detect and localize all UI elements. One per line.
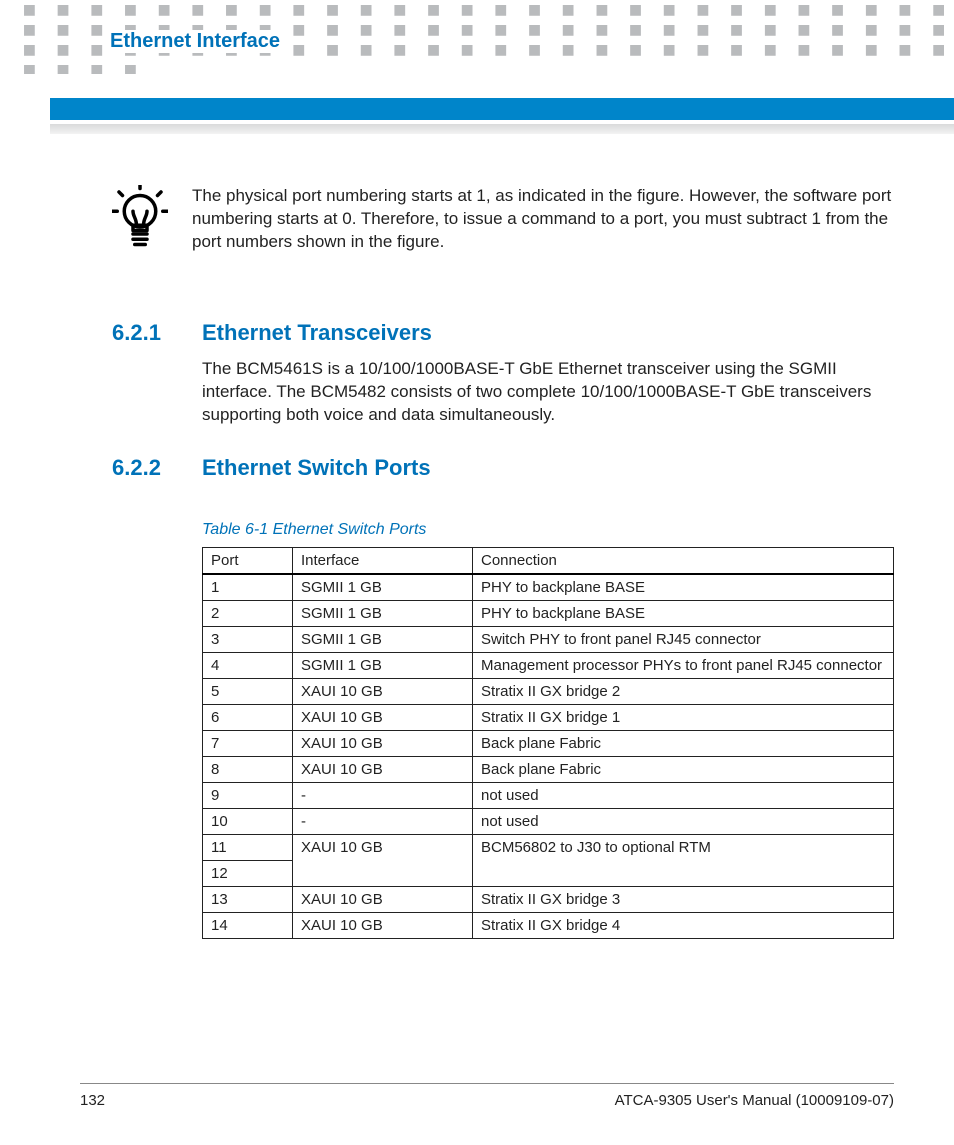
cell-interface: XAUI 10 GB [293, 756, 473, 782]
cell-port: 7 [203, 730, 293, 756]
cell-port: 2 [203, 600, 293, 626]
table-header-connection: Connection [473, 547, 894, 574]
table-row: 1SGMII 1 GBPHY to backplane BASE [203, 574, 894, 601]
section-title: Ethernet Switch Ports [202, 455, 431, 481]
lightbulb-icon [112, 185, 168, 260]
cell-connection: BCM56802 to J30 to optional RTM [473, 834, 894, 886]
page-header-title: Ethernet Interface [104, 30, 286, 53]
table-row: 7XAUI 10 GBBack plane Fabric [203, 730, 894, 756]
page-number: 132 [80, 1092, 105, 1109]
cell-port: 1 [203, 574, 293, 601]
cell-port: 4 [203, 652, 293, 678]
section-title: Ethernet Transceivers [202, 320, 432, 346]
cell-port: 12 [203, 860, 293, 886]
cell-connection: Management processor PHYs to front panel… [473, 652, 894, 678]
cell-connection: not used [473, 808, 894, 834]
tip-block: The physical port numbering starts at 1,… [112, 185, 894, 260]
cell-port: 9 [203, 782, 293, 808]
cell-interface: - [293, 808, 473, 834]
table-row: 8XAUI 10 GBBack plane Fabric [203, 756, 894, 782]
cell-port: 13 [203, 886, 293, 912]
cell-connection: not used [473, 782, 894, 808]
tip-text: The physical port numbering starts at 1,… [192, 185, 894, 260]
cell-connection: PHY to backplane BASE [473, 574, 894, 601]
cell-connection: Stratix II GX bridge 2 [473, 678, 894, 704]
header-blue-bar [50, 98, 954, 120]
cell-interface: - [293, 782, 473, 808]
cell-connection: Stratix II GX bridge 4 [473, 912, 894, 938]
cell-interface: SGMII 1 GB [293, 626, 473, 652]
table-row: 13XAUI 10 GBStratix II GX bridge 3 [203, 886, 894, 912]
doc-title: ATCA-9305 User's Manual (10009109-07) [615, 1092, 894, 1109]
cell-interface: XAUI 10 GB [293, 730, 473, 756]
table-caption: Table 6-1 Ethernet Switch Ports [202, 521, 894, 539]
section-number: 6.2.1 [112, 320, 166, 346]
cell-connection: Stratix II GX bridge 1 [473, 704, 894, 730]
table-header-port: Port [203, 547, 293, 574]
cell-port: 11 [203, 834, 293, 860]
table-header-interface: Interface [293, 547, 473, 574]
ethernet-switch-ports-table: Port Interface Connection 1SGMII 1 GBPHY… [202, 547, 894, 939]
table-row: 6XAUI 10 GBStratix II GX bridge 1 [203, 704, 894, 730]
table-row: 10-not used [203, 808, 894, 834]
cell-interface: XAUI 10 GB [293, 678, 473, 704]
cell-interface: XAUI 10 GB [293, 886, 473, 912]
cell-port: 10 [203, 808, 293, 834]
section-body: The BCM5461S is a 10/100/1000BASE-T GbE … [202, 358, 894, 427]
table-row: 5XAUI 10 GBStratix II GX bridge 2 [203, 678, 894, 704]
cell-connection: Stratix II GX bridge 3 [473, 886, 894, 912]
table-row: 11XAUI 10 GBBCM56802 to J30 to optional … [203, 834, 894, 860]
cell-connection: Switch PHY to front panel RJ45 connector [473, 626, 894, 652]
table-row: 9-not used [203, 782, 894, 808]
page-footer: 132 ATCA-9305 User's Manual (10009109-07… [80, 1083, 894, 1109]
table-row: 4SGMII 1 GBManagement processor PHYs to … [203, 652, 894, 678]
table-row: 3SGMII 1 GBSwitch PHY to front panel RJ4… [203, 626, 894, 652]
cell-port: 6 [203, 704, 293, 730]
cell-connection: Back plane Fabric [473, 756, 894, 782]
section-number: 6.2.2 [112, 455, 166, 481]
cell-interface: XAUI 10 GB [293, 704, 473, 730]
table-row: 2SGMII 1 GBPHY to backplane BASE [203, 600, 894, 626]
cell-interface: XAUI 10 GB [293, 912, 473, 938]
cell-connection: PHY to backplane BASE [473, 600, 894, 626]
cell-port: 3 [203, 626, 293, 652]
cell-port: 8 [203, 756, 293, 782]
cell-interface: SGMII 1 GB [293, 600, 473, 626]
cell-port: 14 [203, 912, 293, 938]
cell-interface: XAUI 10 GB [293, 834, 473, 886]
cell-connection: Back plane Fabric [473, 730, 894, 756]
cell-interface: SGMII 1 GB [293, 574, 473, 601]
table-row: 14XAUI 10 GBStratix II GX bridge 4 [203, 912, 894, 938]
section-6-2-1: 6.2.1 Ethernet Transceivers The BCM5461S… [112, 320, 894, 427]
cell-interface: SGMII 1 GB [293, 652, 473, 678]
section-6-2-2: 6.2.2 Ethernet Switch Ports [112, 455, 894, 481]
cell-port: 5 [203, 678, 293, 704]
header-gray-bar [50, 124, 954, 134]
